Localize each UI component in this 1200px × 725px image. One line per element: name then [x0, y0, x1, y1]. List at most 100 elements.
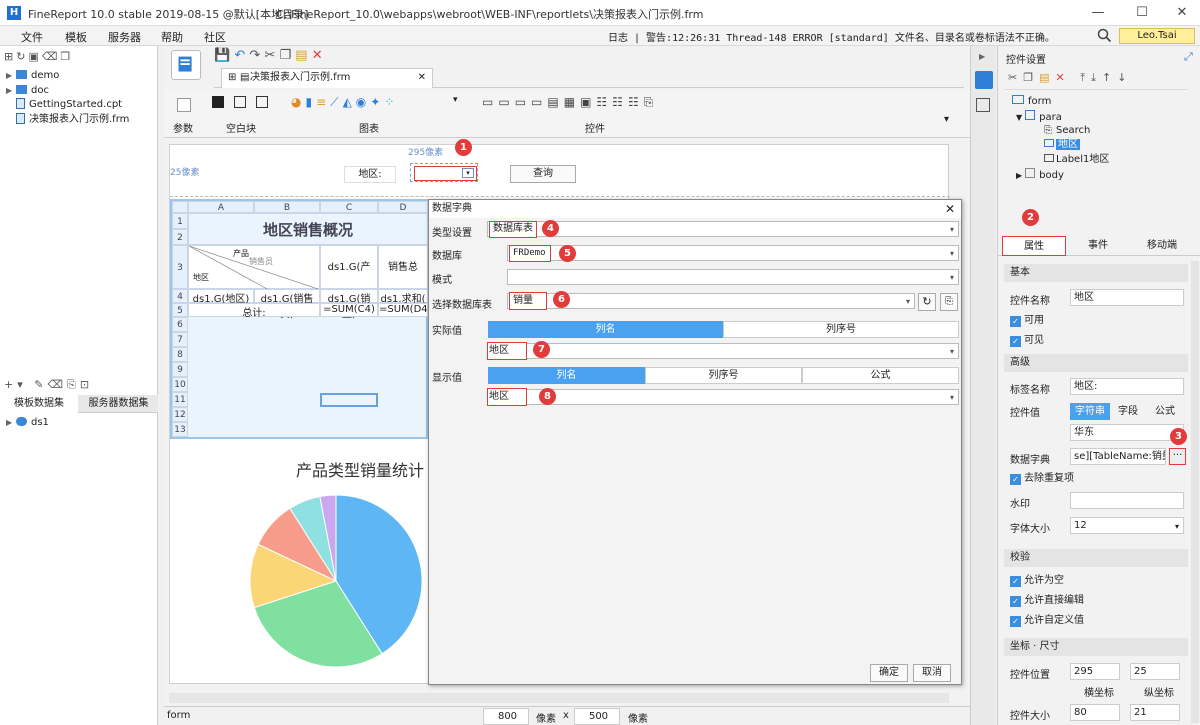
- display-value-select[interactable]: ▾: [488, 389, 959, 405]
- tab-decision-report[interactable]: ⊞ ▤ 决策报表入门示例.frm ✕: [221, 68, 433, 88]
- actual-value-select[interactable]: ▾: [488, 343, 959, 359]
- col-header-a[interactable]: A: [188, 201, 254, 213]
- region-combobox[interactable]: ▾: [414, 166, 477, 181]
- move-down-icon[interactable]: ↓: [1117, 71, 1132, 84]
- tree-item-doc[interactable]: ▶ doc: [6, 84, 49, 98]
- component-library-icon[interactable]: [976, 98, 990, 112]
- menu-template[interactable]: 模板: [65, 29, 87, 45]
- redo-icon[interactable]: ↷: [249, 48, 260, 63]
- dataset-ds1[interactable]: ▶ ds1: [6, 416, 49, 430]
- row-header-6[interactable]: 6: [172, 317, 188, 332]
- cell-c5[interactable]: =SUM(C4): [320, 303, 378, 317]
- delete-icon[interactable]: ✕: [312, 48, 323, 63]
- query-button[interactable]: 查询: [510, 165, 576, 183]
- widget-settings-icon[interactable]: [975, 71, 993, 89]
- tab-events[interactable]: 事件: [1068, 236, 1128, 256]
- visible-checkbox[interactable]: ✓ 可见: [1010, 334, 1044, 348]
- col-header-b[interactable]: B: [254, 201, 320, 213]
- new-folder-icon[interactable]: ⊞: [4, 50, 16, 63]
- chart-block[interactable]: 产品类型销量统计: [170, 443, 428, 683]
- allow-empty-checkbox[interactable]: ✓ 允许为空: [1010, 574, 1064, 588]
- sheet-title[interactable]: 地区销售概况: [188, 213, 428, 245]
- row-header-7[interactable]: 7: [172, 332, 188, 347]
- canvas-height-input[interactable]: 500: [574, 708, 620, 725]
- display-tab-column-name[interactable]: 列名: [488, 367, 645, 384]
- table-value[interactable]: 销量: [509, 292, 547, 310]
- row-header-1[interactable]: 1: [172, 213, 188, 229]
- actual-tab-column-index[interactable]: 列序号: [723, 321, 959, 338]
- log-notice[interactable]: 日志 | 警告:12:26:31 Thread-148 ERROR [stand…: [608, 29, 1055, 44]
- refresh-button[interactable]: ↻: [918, 293, 936, 311]
- move-bottom-icon[interactable]: ⤓: [1091, 71, 1102, 84]
- tree-item-decision-report[interactable]: 决策报表入门示例.frm: [6, 113, 129, 127]
- position-y-input[interactable]: 25: [1130, 663, 1180, 680]
- dedupe-checkbox[interactable]: ✓ 去除重复项: [1010, 472, 1074, 486]
- cell-c4[interactable]: ds1.G(销量): [320, 289, 378, 320]
- label-name-input[interactable]: 地区:: [1070, 378, 1184, 395]
- display-value[interactable]: 地区: [487, 388, 527, 406]
- move-top-icon[interactable]: ⤒: [1080, 71, 1091, 84]
- row-header-11[interactable]: 11: [172, 392, 188, 407]
- row-header-8[interactable]: 8: [172, 347, 188, 362]
- tree-label1[interactable]: Label1地区: [1044, 153, 1109, 167]
- delete-icon[interactable]: ⌫: [42, 50, 61, 63]
- delete-dataset-icon[interactable]: ⌫: [47, 378, 67, 391]
- section-advanced[interactable]: 高级: [1004, 354, 1188, 372]
- copy-icon[interactable]: ❐: [1023, 71, 1039, 84]
- template-type-button[interactable]: [171, 50, 201, 80]
- settings-icon[interactable]: ⊡: [80, 378, 93, 391]
- display-tab-formula[interactable]: 公式: [802, 367, 959, 384]
- value-tab-formula[interactable]: 公式: [1146, 403, 1184, 420]
- paste-icon[interactable]: ▤: [1039, 71, 1055, 84]
- open-icon[interactable]: ▣: [28, 50, 41, 63]
- region-label[interactable]: 地区:: [344, 166, 396, 183]
- section-basic[interactable]: 基本: [1004, 264, 1188, 282]
- cell-d4[interactable]: ds1.求和(: [378, 289, 428, 305]
- tab-mobile[interactable]: 移动端: [1130, 236, 1194, 256]
- row-header-5[interactable]: 5: [172, 303, 188, 317]
- tab-properties[interactable]: 属性: [1002, 236, 1066, 256]
- cell-b4[interactable]: ds1.G(销售员): [254, 289, 320, 320]
- menu-community[interactable]: 社区: [204, 29, 226, 45]
- display-tab-column-index[interactable]: 列序号: [645, 367, 802, 384]
- widget-name-input[interactable]: 地区: [1070, 289, 1184, 306]
- allow-edit-checkbox[interactable]: ✓ 允许直接编辑: [1010, 594, 1084, 608]
- database-value[interactable]: FRDemo: [509, 245, 551, 262]
- cell-d3[interactable]: 销售总: [378, 245, 428, 289]
- tree-item-demo[interactable]: ▶ demo: [6, 69, 59, 83]
- font-size-select[interactable]: 12 ▾: [1070, 517, 1184, 534]
- copy-icon[interactable]: ❐: [279, 48, 291, 63]
- parameter-icon[interactable]: [177, 98, 191, 112]
- undo-icon[interactable]: ↶: [234, 48, 245, 63]
- col-header-d[interactable]: D: [378, 201, 428, 213]
- properties-scrollbar[interactable]: [1191, 261, 1199, 723]
- search-icon[interactable]: [1097, 28, 1112, 43]
- collapse-right-icon[interactable]: ▶: [979, 52, 985, 61]
- edit-icon[interactable]: ✎: [34, 378, 47, 391]
- watermark-input[interactable]: [1070, 492, 1184, 509]
- row-header-4[interactable]: 4: [172, 289, 188, 303]
- enabled-checkbox[interactable]: ✓ 可用: [1010, 314, 1044, 328]
- row-header-3[interactable]: 3: [172, 245, 188, 289]
- close-tab-icon[interactable]: ✕: [418, 69, 426, 87]
- cell-d5[interactable]: =SUM(D4: [378, 303, 428, 317]
- close-window-button[interactable]: ✕: [1172, 4, 1192, 22]
- selected-cell-c11[interactable]: [320, 393, 378, 407]
- user-badge[interactable]: Leo.Tsai: [1119, 28, 1195, 44]
- dialog-close-button[interactable]: ✕: [945, 202, 955, 216]
- widget-icons[interactable]: ▭▭▭▭▤▦▣☷☷☷⎘: [482, 95, 658, 110]
- tree-body[interactable]: ▶ body: [1016, 168, 1064, 182]
- add-dataset-icon[interactable]: +▾: [4, 378, 27, 391]
- chart-icons[interactable]: ◕▮≡⟋◭◉✦⁘: [291, 95, 398, 110]
- allow-custom-checkbox[interactable]: ✓ 允许自定义值: [1010, 614, 1084, 628]
- tree-form[interactable]: form: [1012, 95, 1051, 109]
- row-header-9[interactable]: 9: [172, 362, 188, 377]
- tree-item-gettingstarted[interactable]: GettingStarted.cpt: [6, 98, 122, 112]
- tree-search[interactable]: ⎘ Search: [1044, 124, 1090, 138]
- cell-c3[interactable]: ds1.G(产品): [320, 245, 378, 317]
- row-header-13[interactable]: 13: [172, 422, 188, 437]
- widget-value-input[interactable]: 华东: [1070, 424, 1184, 441]
- move-up-icon[interactable]: ↑: [1102, 71, 1117, 84]
- paste-icon[interactable]: ▤: [295, 48, 307, 63]
- absolute-block-icon[interactable]: [256, 96, 268, 108]
